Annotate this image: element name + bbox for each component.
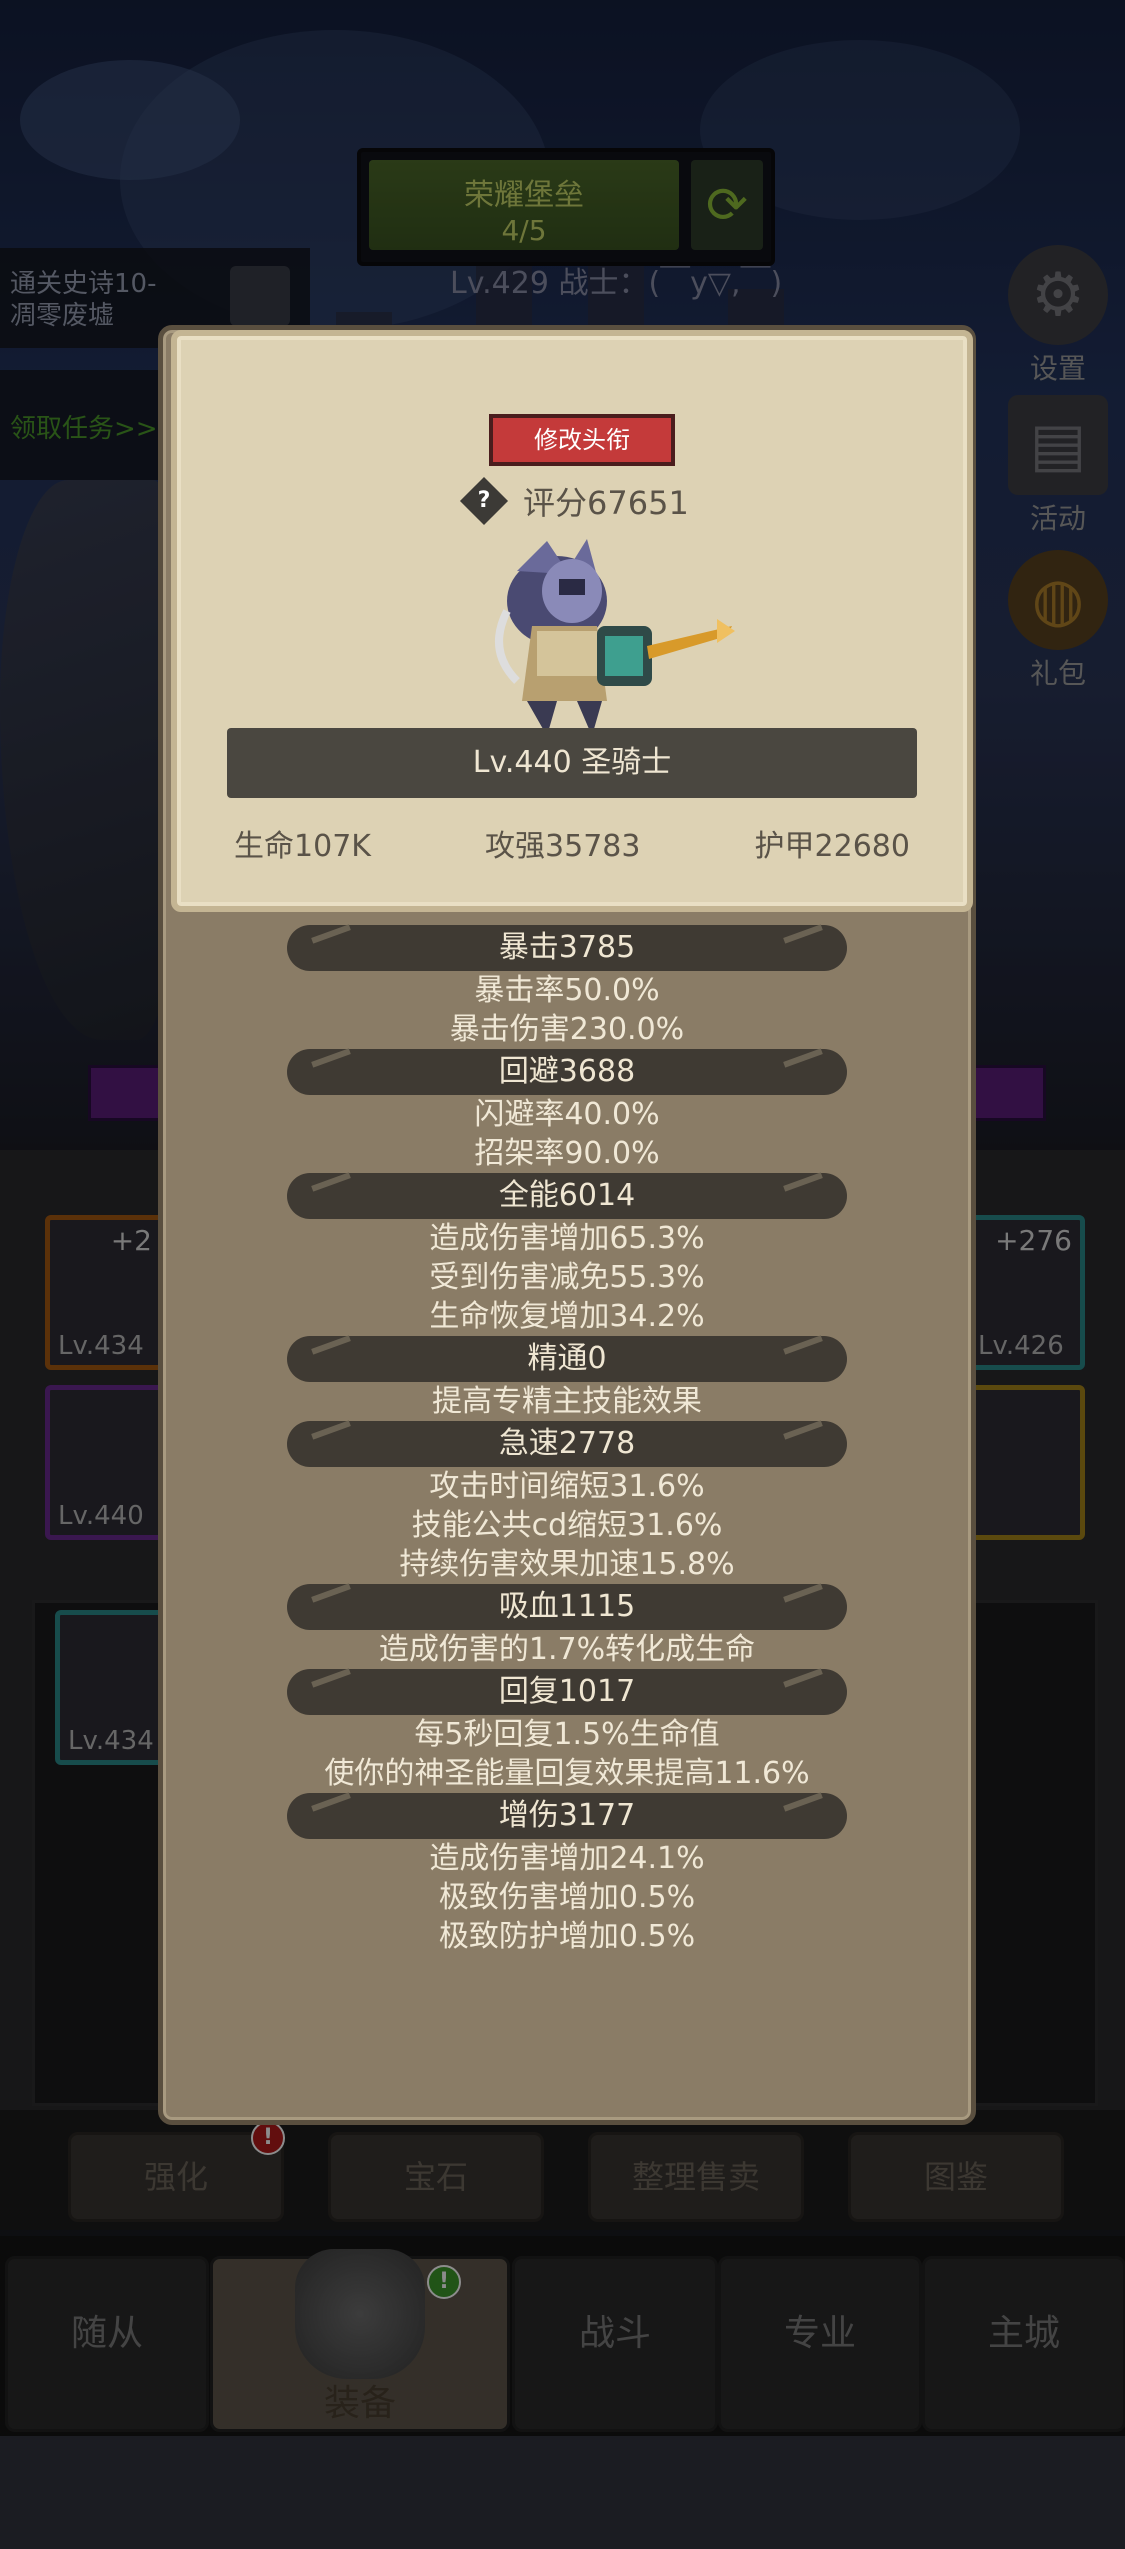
stat-group-header: 暴击3785 bbox=[287, 925, 847, 971]
stat-group-header: 回避3688 bbox=[287, 1049, 847, 1095]
stat-line: 攻击时间缩短31.6% bbox=[429, 1469, 705, 1504]
stat-hp: 生命107K bbox=[234, 829, 371, 864]
stat-group-header: 回复1017 bbox=[287, 1669, 847, 1715]
stat-line: 使你的神圣能量回复效果提高11.6% bbox=[324, 1756, 810, 1791]
stat-line: 提高专精主技能效果 bbox=[432, 1384, 702, 1419]
secondary-stats-list: 暴击3785 暴击率50.0% 暴击伤害230.0% 回避3688 闪避率40.… bbox=[163, 925, 971, 1956]
stat-group-header: 全能6014 bbox=[287, 1173, 847, 1219]
change-title-button[interactable]: 修改头衔 bbox=[489, 414, 675, 466]
stat-group-versatility: 全能6014 造成伤害增加65.3% 受到伤害减免55.3% 生命恢复增加34.… bbox=[163, 1173, 971, 1336]
stat-group-regen: 回复1017 每5秒回复1.5%生命值 使你的神圣能量回复效果提高11.6% bbox=[163, 1669, 971, 1793]
stat-group-header: 精通0 bbox=[287, 1336, 847, 1382]
character-stats-panel: 修改头衔 ? 评分67651 Lv.440 圣骑士 生命107K 攻强35783… bbox=[158, 325, 976, 2125]
stat-line: 造成伤害增加65.3% bbox=[429, 1221, 705, 1256]
stat-line: 技能公共cd缩短31.6% bbox=[411, 1508, 723, 1543]
stat-line: 招架率90.0% bbox=[474, 1136, 660, 1171]
stat-line: 暴击伤害230.0% bbox=[449, 1012, 685, 1047]
stat-group-mastery: 精通0 提高专精主技能效果 bbox=[163, 1336, 971, 1421]
stat-group-header: 增伤3177 bbox=[287, 1793, 847, 1839]
stat-line: 造成伤害的1.7%转化成生命 bbox=[378, 1632, 756, 1667]
stat-line: 暴击率50.0% bbox=[474, 973, 660, 1008]
stat-group-lifesteal: 吸血1115 造成伤害的1.7%转化成生命 bbox=[163, 1584, 971, 1669]
core-stats: 生命107K 攻强35783 护甲22680 bbox=[177, 821, 967, 865]
help-icon[interactable]: ? bbox=[459, 476, 509, 526]
stat-line: 持续伤害效果加速15.8% bbox=[399, 1547, 735, 1582]
stat-group-header: 急速2778 bbox=[287, 1421, 847, 1467]
stat-line: 每5秒回复1.5%生命值 bbox=[414, 1717, 720, 1752]
stat-line: 受到伤害减免55.3% bbox=[429, 1260, 705, 1295]
stat-line: 极致伤害增加0.5% bbox=[438, 1880, 696, 1915]
stat-line: 极致防护增加0.5% bbox=[438, 1919, 696, 1954]
stat-group-dodge: 回避3688 闪避率40.0% 招架率90.0% bbox=[163, 1049, 971, 1173]
stat-group-header: 吸血1115 bbox=[287, 1584, 847, 1630]
score-row: ? 评分67651 bbox=[459, 476, 689, 526]
stat-armor: 护甲22680 bbox=[754, 829, 910, 864]
stat-line: 生命恢复增加34.2% bbox=[429, 1299, 705, 1334]
stat-line: 闪避率40.0% bbox=[474, 1097, 660, 1132]
paladin-character-image bbox=[495, 539, 735, 736]
stat-group-crit: 暴击3785 暴击率50.0% 暴击伤害230.0% bbox=[163, 925, 971, 1049]
stat-attack: 攻强35783 bbox=[485, 829, 641, 864]
stat-group-haste: 急速2778 攻击时间缩短31.6% 技能公共cd缩短31.6% 持续伤害效果加… bbox=[163, 1421, 971, 1584]
score-value: 评分67651 bbox=[523, 484, 689, 522]
stat-line: 造成伤害增加24.1% bbox=[429, 1841, 705, 1876]
stat-group-damage: 增伤3177 造成伤害增加24.1% 极致伤害增加0.5% 极致防护增加0.5% bbox=[163, 1793, 971, 1956]
character-name-bar: Lv.440 圣骑士 bbox=[227, 728, 917, 798]
character-card: 修改头衔 ? 评分67651 Lv.440 圣骑士 生命107K 攻强35783… bbox=[171, 330, 973, 912]
